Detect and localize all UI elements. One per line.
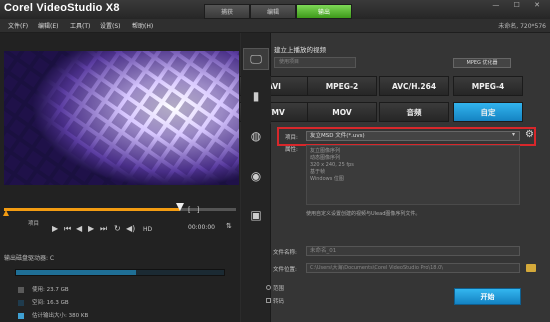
properties-line: Windows 位图 bbox=[310, 176, 344, 182]
hd-toggle[interactable]: HD bbox=[143, 226, 152, 233]
legend-used-swatch bbox=[18, 286, 24, 293]
legend-free: 空间: 16.3 GB bbox=[18, 298, 69, 306]
video-preview[interactable] bbox=[4, 51, 239, 185]
menu-file[interactable]: 文件(F) bbox=[8, 21, 28, 30]
format-mov[interactable]: MOV bbox=[307, 102, 377, 122]
web-globe-icon[interactable]: ◍ bbox=[248, 128, 264, 144]
range-radio[interactable] bbox=[266, 285, 271, 290]
tab-capture[interactable]: 捕获 bbox=[204, 4, 250, 19]
menu-settings[interactable]: 设置(S) bbox=[100, 21, 121, 30]
timecode: 00:00:00 bbox=[188, 224, 215, 231]
format-custom[interactable]: 自定 bbox=[453, 102, 523, 122]
legend-estimate: 估计输出大小: 380 KB bbox=[18, 311, 88, 319]
mark-out-button[interactable]: ] bbox=[197, 206, 206, 214]
repeat-icon[interactable]: ↻ bbox=[114, 224, 121, 233]
properties-line: 基于帧 bbox=[310, 169, 326, 175]
legend-free-swatch bbox=[18, 299, 24, 306]
disc-icon[interactable]: ◉ bbox=[248, 168, 264, 184]
transcode-label: 转码 bbox=[273, 299, 285, 305]
legend-estimate-swatch bbox=[18, 312, 24, 319]
legend-used: 使用: 23.7 GB bbox=[18, 285, 69, 293]
scrub-progress bbox=[4, 208, 180, 211]
menu-edit[interactable]: 编辑(E) bbox=[38, 21, 58, 30]
3d-icon[interactable]: ▣ bbox=[248, 207, 264, 223]
mark-brackets[interactable]: [] bbox=[188, 206, 205, 214]
monitor-icon[interactable]: 🖵 bbox=[248, 51, 264, 67]
skip-end-icon[interactable]: ⏭ bbox=[100, 224, 107, 234]
filename-label: 文件名称: bbox=[273, 250, 297, 256]
properties-label: 属性: bbox=[285, 147, 298, 153]
preview-image bbox=[4, 51, 239, 185]
step-back-icon[interactable]: ◀ bbox=[76, 224, 82, 233]
disk-capacity-fill bbox=[16, 270, 136, 275]
start-button[interactable]: 开始 bbox=[454, 288, 521, 305]
highlight-box bbox=[277, 127, 536, 146]
transcode-checkbox[interactable] bbox=[266, 298, 271, 303]
legend-estimate-label: 估计输出大小: 380 KB bbox=[32, 313, 89, 319]
mpeg-optimizer-button[interactable]: MPEG 优化器 bbox=[453, 58, 511, 68]
format-audio[interactable]: 音频 bbox=[379, 102, 449, 122]
location-input[interactable]: C:\Users\大海\Documents\Corel VideoStudio … bbox=[306, 263, 520, 273]
menu-tools[interactable]: 工具(T) bbox=[70, 21, 90, 30]
range-label: 范围 bbox=[273, 286, 285, 292]
properties-line: 友立图像序列 bbox=[310, 148, 341, 154]
format-hint: 使用自定义设置创建的视频与Ulead图像序列文件。 bbox=[306, 211, 421, 217]
timecode-stepper-icon[interactable]: ⇅ bbox=[226, 222, 232, 230]
filename-input[interactable]: 未命名_01 bbox=[306, 246, 520, 256]
app-title: Corel VideoStudio X8 bbox=[4, 2, 120, 14]
trim-label: 项目 bbox=[28, 221, 40, 227]
volume-icon[interactable]: ◀) bbox=[126, 224, 135, 233]
project-info: 未命名, 720*576 bbox=[498, 23, 546, 30]
skip-start-icon[interactable]: ⏮ bbox=[64, 224, 71, 234]
tab-edit[interactable]: 编辑 bbox=[250, 4, 296, 19]
device-select[interactable]: 使用项目 bbox=[274, 57, 356, 68]
play-icon[interactable]: ▶ bbox=[52, 224, 58, 233]
step-forward-icon[interactable]: ▶ bbox=[88, 224, 94, 233]
format-avc[interactable]: AVC/H.264 bbox=[379, 76, 449, 96]
device-icon-overlay[interactable]: ▮ bbox=[248, 88, 264, 104]
properties-line: 320 x 240, 25 fps bbox=[310, 162, 354, 168]
legend-used-label: 使用: 23.7 GB bbox=[32, 287, 69, 293]
disk-title: 输出磁盘驱动器: C bbox=[4, 255, 55, 262]
window-controls[interactable]: — ☐ ✕ bbox=[492, 1, 546, 9]
menu-help[interactable]: 帮助(H) bbox=[132, 21, 153, 30]
legend-free-label: 空间: 16.3 GB bbox=[32, 300, 69, 306]
tab-share[interactable]: 输出 bbox=[296, 4, 352, 19]
properties-line: 动态图像序列 bbox=[310, 155, 341, 161]
mark-in-button[interactable]: [ bbox=[188, 206, 197, 214]
section-title: 建立上播放的视频 bbox=[274, 46, 326, 54]
folder-icon[interactable] bbox=[526, 264, 536, 272]
format-mpeg2[interactable]: MPEG-2 bbox=[307, 76, 377, 96]
properties-box: 友立图像序列 动态图像序列 320 x 240, 25 fps 基于帧 Wind… bbox=[306, 145, 520, 205]
location-label: 文件位置: bbox=[273, 267, 297, 273]
format-mpeg4[interactable]: MPEG-4 bbox=[453, 76, 523, 96]
